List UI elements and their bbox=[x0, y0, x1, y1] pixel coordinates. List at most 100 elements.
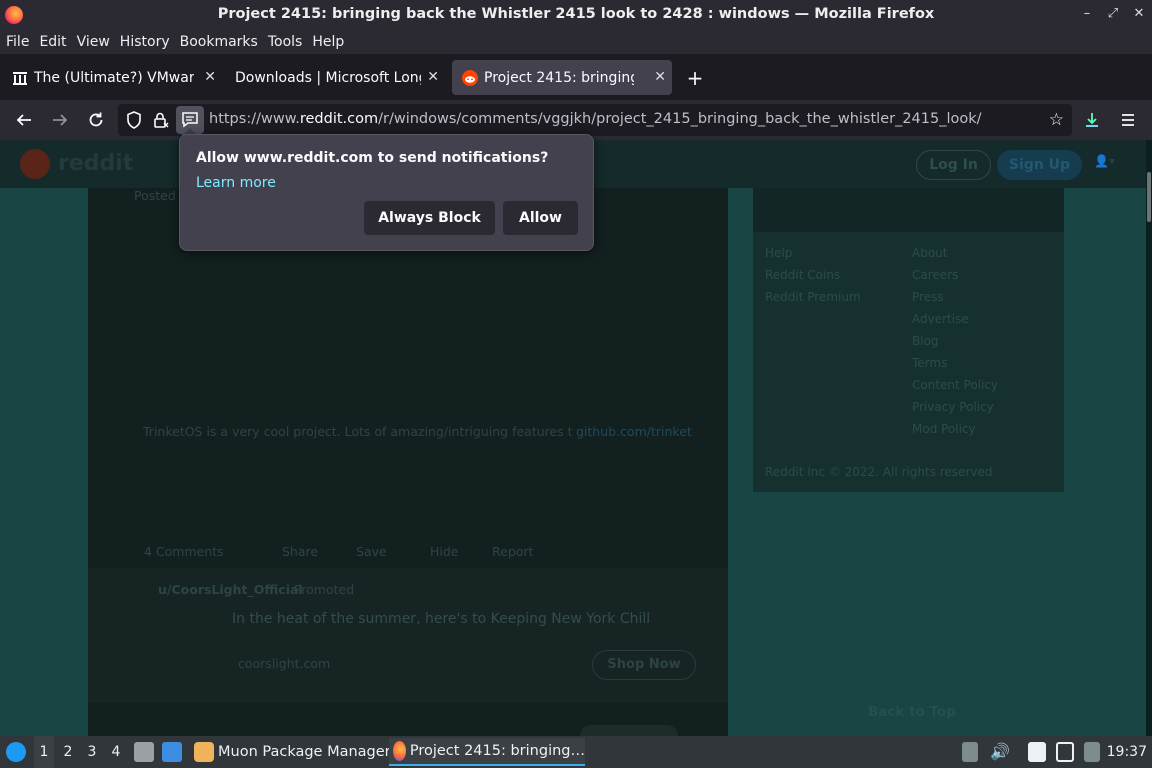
share-button[interactable]: Share bbox=[282, 544, 318, 559]
footer-link-careers[interactable]: Careers bbox=[912, 268, 958, 282]
reddit-wordmark[interactable]: reddit bbox=[58, 151, 133, 176]
reload-icon bbox=[89, 112, 103, 127]
save-button[interactable]: Save bbox=[356, 544, 387, 559]
clock[interactable]: 19:37 bbox=[1107, 744, 1147, 760]
post-caption: TrinketOS is a very cool project. Lots o… bbox=[143, 424, 573, 439]
hamburger-icon bbox=[1122, 114, 1134, 126]
comments-button[interactable]: 4 Comments bbox=[144, 544, 224, 559]
tab-label: Project 2415: bringing ba bbox=[484, 69, 634, 86]
app-launcher-icon[interactable] bbox=[6, 742, 26, 762]
footer-link-premium[interactable]: Reddit Premium bbox=[765, 290, 861, 304]
menu-bookmarks[interactable]: Bookmarks bbox=[180, 34, 258, 50]
downloads-button[interactable] bbox=[1080, 108, 1104, 132]
task-muon[interactable]: Muon Package Manager bbox=[194, 738, 391, 766]
tab-label: The (Ultimate?) VMware bbox=[34, 69, 194, 86]
workspace-1[interactable]: 1 bbox=[34, 736, 54, 768]
menu-bar: File Edit View History Bookmarks Tools H… bbox=[0, 30, 1152, 54]
comment-submit-button[interactable] bbox=[580, 725, 678, 736]
minimize-button[interactable]: – bbox=[1080, 6, 1094, 21]
menu-view[interactable]: View bbox=[77, 34, 110, 50]
user-menu-icon[interactable]: 👤▾ bbox=[1094, 154, 1128, 174]
address-bar[interactable]: https://www.reddit.com/r/windows/comment… bbox=[118, 104, 1072, 136]
promoted-ad: u/CoorsLight_Official · Promoted In the … bbox=[88, 568, 728, 703]
footer-link-coins[interactable]: Reddit Coins bbox=[765, 268, 840, 282]
desktop-icon[interactable] bbox=[162, 742, 182, 762]
menu-help[interactable]: Help bbox=[312, 34, 344, 50]
popup-message: Allow www.reddit.com to send notificatio… bbox=[196, 150, 549, 166]
menu-tools[interactable]: Tools bbox=[268, 34, 303, 50]
reddit-icon bbox=[462, 69, 478, 86]
app-menu-button[interactable] bbox=[1116, 108, 1140, 132]
task-label: Muon Package Manager bbox=[218, 744, 391, 760]
firefox-icon bbox=[393, 741, 406, 761]
ad-username[interactable]: u/CoorsLight_Official bbox=[158, 582, 303, 597]
workspace-3[interactable]: 3 bbox=[84, 736, 100, 768]
always-block-button[interactable]: Always Block bbox=[364, 201, 495, 235]
page-scrollbar-thumb[interactable] bbox=[1147, 172, 1151, 222]
window-title: Project 2415: bringing back the Whistler… bbox=[217, 6, 935, 22]
footer-link-blog[interactable]: Blog bbox=[912, 334, 939, 348]
tab-vmware[interactable]: The (Ultimate?) VMware ✕ bbox=[2, 60, 222, 95]
ad-text[interactable]: In the heat of the summer, here's to Kee… bbox=[232, 611, 650, 627]
footer-link-privacy[interactable]: Privacy Policy bbox=[912, 400, 994, 414]
sidebar-header bbox=[753, 188, 1064, 232]
footer-copyright: Reddit Inc © 2022. All rights reserved bbox=[765, 465, 993, 479]
bookmark-star-icon[interactable]: ☆ bbox=[1049, 110, 1064, 130]
learn-more-link[interactable]: Learn more bbox=[196, 175, 276, 191]
close-icon[interactable]: ✕ bbox=[427, 69, 439, 85]
ad-domain[interactable]: coorslight.com bbox=[238, 656, 330, 671]
url-path: /r/windows/comments/vggjkh/project_2415_… bbox=[378, 111, 982, 127]
footer-link-mod-policy[interactable]: Mod Policy bbox=[912, 422, 976, 436]
package-icon bbox=[194, 742, 214, 762]
clipboard-icon[interactable] bbox=[1028, 742, 1046, 762]
notification-permission-popup: Allow www.reddit.com to send notificatio… bbox=[179, 134, 594, 251]
close-icon[interactable]: ✕ bbox=[654, 69, 666, 85]
footer-link-advertise[interactable]: Advertise bbox=[912, 312, 969, 326]
tray-package-icon[interactable] bbox=[962, 742, 978, 762]
hide-button[interactable]: Hide bbox=[430, 544, 459, 559]
close-icon[interactable]: ✕ bbox=[204, 69, 216, 85]
signup-button[interactable]: Sign Up bbox=[997, 150, 1082, 180]
shield-icon[interactable] bbox=[124, 110, 144, 130]
footer-link-content-policy[interactable]: Content Policy bbox=[912, 378, 998, 392]
back-to-top-button[interactable]: Back to Top bbox=[868, 704, 956, 720]
menu-history[interactable]: History bbox=[120, 34, 170, 50]
login-button[interactable]: Log In bbox=[916, 150, 991, 180]
footer-link-about[interactable]: About bbox=[912, 246, 947, 260]
shop-now-button[interactable]: Shop Now bbox=[592, 650, 696, 680]
tab-project-2415[interactable]: Project 2415: bringing ba ✕ bbox=[452, 60, 672, 95]
post-link[interactable]: github.com/trinket bbox=[576, 424, 692, 439]
window-titlebar: Project 2415: bringing back the Whistler… bbox=[0, 0, 1152, 30]
task-label: Project 2415: bringing… bbox=[409, 743, 585, 759]
comment-toolbar bbox=[88, 703, 728, 736]
post-column: Posted TrinketOS is a very cool project.… bbox=[88, 188, 728, 736]
url-prefix: https://www. bbox=[209, 111, 300, 127]
footer-link-terms[interactable]: Terms bbox=[912, 356, 947, 370]
close-window-button[interactable]: ✕ bbox=[1132, 6, 1146, 21]
tab-downloads[interactable]: Downloads | Microsoft Longh ✕ bbox=[225, 60, 445, 95]
forward-button[interactable] bbox=[48, 108, 72, 132]
menu-edit[interactable]: Edit bbox=[39, 34, 66, 50]
footer-link-help[interactable]: Help bbox=[765, 246, 792, 260]
reload-button[interactable] bbox=[84, 108, 108, 132]
report-button[interactable]: Report bbox=[492, 544, 533, 559]
task-firefox[interactable]: Project 2415: bringing… bbox=[389, 738, 585, 766]
workspace-2[interactable]: 2 bbox=[60, 736, 76, 768]
back-button[interactable] bbox=[12, 108, 36, 132]
network-icon[interactable] bbox=[1056, 742, 1074, 762]
menu-file[interactable]: File bbox=[6, 34, 29, 50]
footer-link-press[interactable]: Press bbox=[912, 290, 944, 304]
volume-icon[interactable]: 🔊 bbox=[990, 736, 1010, 768]
workspace-4[interactable]: 4 bbox=[108, 736, 124, 768]
reddit-logo-icon[interactable] bbox=[20, 149, 50, 179]
url-text[interactable]: https://www.reddit.com/r/windows/comment… bbox=[209, 111, 982, 127]
ad-promoted-tag: · Promoted bbox=[286, 582, 355, 597]
page-scrollbar[interactable] bbox=[1146, 140, 1152, 736]
notifications-icon[interactable] bbox=[1084, 742, 1100, 762]
allow-button[interactable]: Allow bbox=[503, 201, 578, 235]
tab-strip: The (Ultimate?) VMware ✕ Downloads | Mic… bbox=[0, 54, 1152, 100]
lock-icon[interactable] bbox=[151, 110, 171, 130]
maximize-button[interactable]: ⤢ bbox=[1106, 6, 1120, 21]
new-tab-button[interactable]: + bbox=[686, 66, 704, 90]
file-manager-icon[interactable] bbox=[134, 742, 154, 762]
